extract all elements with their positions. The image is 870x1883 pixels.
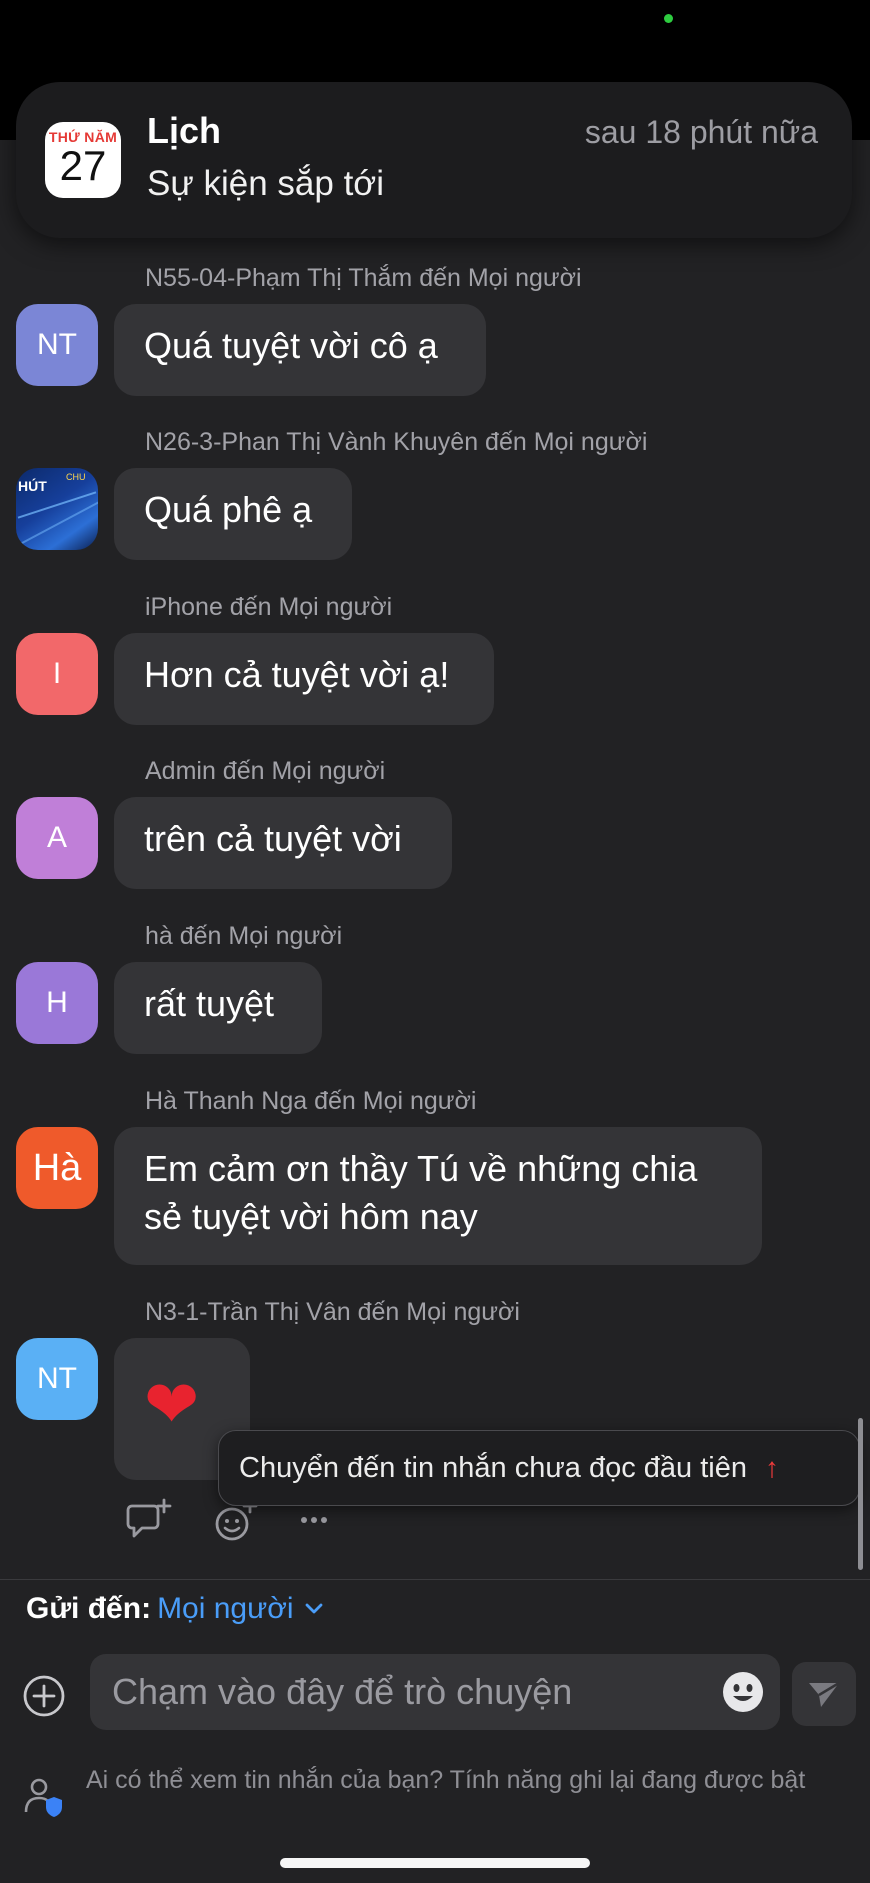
jump-label: Chuyển đến tin nhắn chưa đọc đầu tiên <box>239 1451 747 1484</box>
message-sender: N26-3-Phan Thị Vành Khuyên đến Mọi người <box>145 428 648 456</box>
message-sender: Hà Thanh Nga đến Mọi người <box>145 1087 477 1115</box>
arrow-up-icon: ↑ <box>764 1452 779 1483</box>
chat-input[interactable]: Chạm vào đây để trò chuyện <box>90 1654 780 1730</box>
avatar-image-text: CHU <box>66 472 86 482</box>
message-sender: iPhone đến Mọi người <box>145 593 393 621</box>
reply-icon[interactable] <box>126 1498 174 1542</box>
message-text-line: sẻ tuyệt vời hôm nay <box>144 1196 478 1237</box>
add-attachment-icon[interactable] <box>22 1674 66 1718</box>
privacy-person-shield-icon <box>24 1778 62 1817</box>
calendar-icon-date: 27 <box>59 142 107 189</box>
send-button[interactable] <box>792 1662 856 1726</box>
calendar-notification[interactable]: THỨ NĂM 27 Lịch Sự kiện sắp tới sau 18 p… <box>16 82 852 238</box>
message-bubble[interactable]: rất tuyệt <box>114 962 322 1054</box>
notification-body: Sự kiện sắp tới <box>147 164 385 203</box>
heart-emoji: ❤ <box>144 1367 200 1441</box>
avatar[interactable]: I <box>16 633 98 715</box>
message-sender: hà đến Mọi người <box>145 922 343 950</box>
chevron-down-icon[interactable] <box>304 1602 324 1616</box>
avatar-image-stroke <box>17 491 97 519</box>
message-bubble[interactable]: Hơn cả tuyệt vời ạ! <box>114 633 494 725</box>
message-bubble[interactable]: trên cả tuyệt vời <box>114 797 452 889</box>
message-sender: N55-04-Phạm Thị Thắm đến Mọi người <box>145 264 582 292</box>
avatar[interactable]: NT <box>16 1338 98 1420</box>
avatar[interactable]: Hà <box>16 1127 98 1209</box>
avatar[interactable]: H <box>16 962 98 1044</box>
scrollbar[interactable] <box>858 1418 863 1570</box>
avatar-image-text: HÚT <box>18 478 47 494</box>
message-bubble[interactable]: Quá tuyệt vời cô ạ <box>114 304 486 396</box>
notification-time: sau 18 phút nữa <box>584 114 818 150</box>
camera-indicator-dot <box>664 14 673 23</box>
message-sender: Admin đến Mọi người <box>145 757 386 785</box>
calendar-app-icon: THỨ NĂM 27 <box>45 122 121 198</box>
notification-app-name: Lịch <box>147 110 222 151</box>
divider <box>0 1579 870 1580</box>
emoji-icon[interactable] <box>722 1671 764 1713</box>
privacy-notice: Ai có thể xem tin nhắn của bạn? Tính năn… <box>86 1766 806 1794</box>
home-indicator[interactable] <box>280 1858 590 1868</box>
avatar-image-stroke <box>16 500 98 550</box>
avatar[interactable]: HÚT CHU <box>16 468 98 550</box>
send-to-value[interactable]: Mọi người <box>157 1592 293 1626</box>
send-icon <box>809 1681 840 1707</box>
send-to-selector[interactable]: Gửi đến: Mọi người <box>26 1592 324 1626</box>
chat-input-placeholder: Chạm vào đây để trò chuyện <box>112 1671 573 1712</box>
message-bubble[interactable]: Quá phê ạ <box>114 468 352 560</box>
message-sender: N3-1-Trần Thị Vân đến Mọi người <box>145 1298 520 1326</box>
avatar[interactable]: NT <box>16 304 98 386</box>
send-to-label: Gửi đến: <box>26 1592 152 1625</box>
message-bubble[interactable]: Em cảm ơn thầy Tú về những chia sẻ tuyệt… <box>114 1127 762 1265</box>
avatar[interactable]: A <box>16 797 98 879</box>
jump-to-first-unread-button[interactable]: Chuyển đến tin nhắn chưa đọc đầu tiên ↑ <box>218 1430 860 1506</box>
message-text-line: Em cảm ơn thầy Tú về những chia <box>144 1148 698 1189</box>
